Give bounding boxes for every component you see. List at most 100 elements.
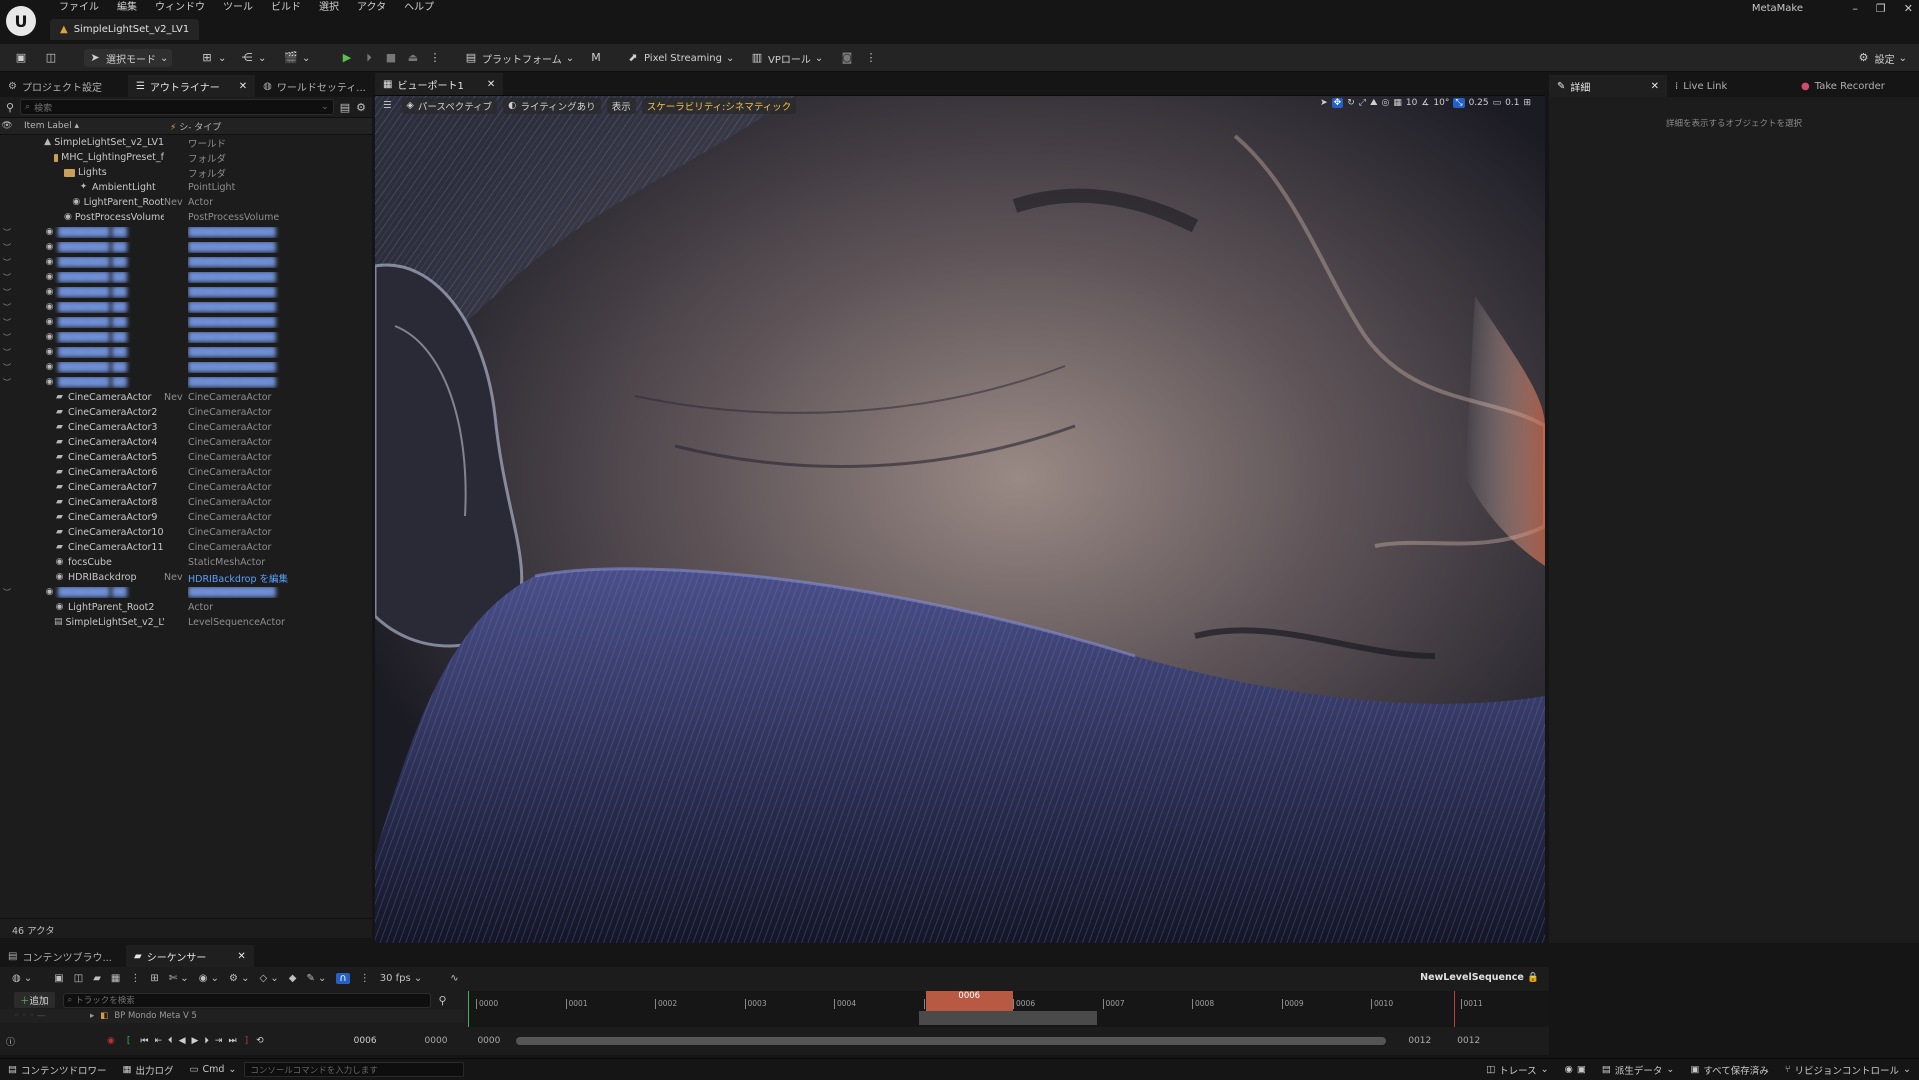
set-start-icon[interactable]: [	[127, 1036, 131, 1046]
save-all-button[interactable]: ▣ すべて保存済み	[1682, 1063, 1776, 1077]
outliner-row-hidden[interactable]: ︶ ◉ ███████ ██ ████████████	[0, 300, 372, 315]
record-icon[interactable]: ◉	[107, 1036, 115, 1046]
tab-world-settings[interactable]: ◍ ワールドセッティ...	[255, 75, 374, 97]
outliner-row[interactable]: ▰ CineCameraActor11 CineCameraActor	[0, 540, 372, 555]
camera-speed-value[interactable]: 0.1	[1505, 98, 1519, 108]
outliner-row[interactable]: ▰ CineCameraActor7 CineCameraActor	[0, 480, 372, 495]
outliner-row[interactable]: ◉ focsCube StaticMeshActor	[0, 555, 372, 570]
visibility-icon[interactable]: ︶	[0, 272, 14, 283]
save-icon[interactable]: ▣	[54, 973, 63, 984]
outliner-row[interactable]: ✦ AmbientLight PointLight	[0, 180, 372, 195]
outliner-row[interactable]: ▤ SimpleLightSet_v2_LV LevelSequenceActor	[0, 615, 372, 630]
eye-icon[interactable]: 👁	[0, 121, 14, 131]
key-icon[interactable]: ◆	[289, 973, 297, 984]
metahuman-button[interactable]: M	[585, 49, 607, 67]
content-drawer-button[interactable]: ▤ コンテンツドロワー	[0, 1063, 115, 1077]
visibility-icon[interactable]: ︶	[0, 302, 14, 313]
visibility-icon[interactable]: ︶	[0, 257, 14, 268]
project-tab[interactable]: ▲ SimpleLightSet_v2_LV1	[50, 19, 200, 40]
surface-snap-icon[interactable]: ⛰	[1370, 98, 1378, 108]
keyframe-icon[interactable]: ◇ ⌄	[260, 973, 279, 984]
info-icon[interactable]: ⓘ	[6, 1035, 15, 1048]
outliner-row[interactable]: ▰ CineCameraActor9 CineCameraActor	[0, 510, 372, 525]
visibility-icon[interactable]: ︶	[0, 227, 14, 238]
tab-take-recorder[interactable]: ● Take Recorder	[1793, 75, 1893, 97]
console-input[interactable]: コンソールコマンドを入力します	[244, 1062, 465, 1077]
menu-file[interactable]: ファイル	[50, 0, 108, 16]
visibility-icon[interactable]: ︶	[0, 287, 14, 298]
play-options-button[interactable]: ⋮	[424, 49, 446, 67]
visibility-icon[interactable]: ︶	[0, 362, 14, 373]
browse-button[interactable]: ◫	[40, 49, 62, 67]
play-button[interactable]: ▶	[336, 49, 358, 67]
tab-details[interactable]: ✎ 詳細 ✕	[1549, 75, 1667, 97]
outliner-row[interactable]: ◉ HDRIBackdrop Nev HDRIBackdrop を編集	[0, 570, 372, 585]
show-button[interactable]: 表示	[606, 97, 636, 114]
outliner-row[interactable]: ▰ CineCameraActor3 CineCameraActor	[0, 420, 372, 435]
minimize-icon[interactable]: –	[1852, 2, 1858, 15]
advance-frame-button[interactable]: ⏵	[358, 49, 380, 67]
outliner-row[interactable]: ▰ CineCameraActor4 CineCameraActor	[0, 435, 372, 450]
outliner-row-hidden[interactable]: ︶ ◉ ███████ ██ ████████████	[0, 270, 372, 285]
outliner-row-hidden[interactable]: ︶ ◉ ███████ ██ ████████████	[0, 360, 372, 375]
track-search-input[interactable]: ⌕ トラックを検索	[62, 992, 431, 1008]
perspective-button[interactable]: ◈ パースペクティブ	[401, 97, 498, 114]
hamburger-icon[interactable]: ☰	[379, 100, 396, 111]
tab-live-link[interactable]: ⁞ Live Link	[1667, 75, 1793, 97]
restore-icon[interactable]: ❐	[1876, 2, 1886, 15]
scale-snap-value[interactable]: 0.25	[1469, 98, 1489, 108]
menu-build[interactable]: ビルド	[262, 0, 310, 16]
view-icon[interactable]: ◉ ⌄	[199, 973, 219, 984]
lighting-button[interactable]: ◐ ライティングあり	[503, 97, 601, 114]
scalability-button[interactable]: スケーラビリティ:シネマティック	[641, 97, 797, 114]
add-content-button[interactable]: ⊞ ⌄	[196, 49, 230, 67]
platforms-button[interactable]: ▤ プラットフォーム ⌄	[460, 49, 578, 67]
pencil-icon[interactable]: ✎ ⌄	[306, 973, 326, 984]
rotate-icon[interactable]: ↻	[1347, 98, 1355, 108]
outliner-row[interactable]: ◉ LightParent_Root2 Actor	[0, 600, 372, 615]
add-track-button[interactable]: ＋追加	[14, 992, 55, 1008]
view-range-start[interactable]: 0000	[425, 1036, 448, 1046]
camera-icon[interactable]: ▰	[93, 973, 101, 984]
jump-end-icon[interactable]: ⏭	[228, 1036, 236, 1046]
prev-key-icon[interactable]: ⇤	[155, 1036, 163, 1046]
viewport-render[interactable]	[375, 96, 1545, 943]
unreal-logo-icon[interactable]: U	[6, 6, 36, 36]
move-icon[interactable]: ✥	[1331, 98, 1344, 108]
curve-icon[interactable]: ∿	[450, 973, 458, 984]
visibility-icon[interactable]: ︶	[0, 347, 14, 358]
outliner-row-hidden[interactable]: ︶ ◉ ███████ ██ ████████████	[0, 375, 372, 390]
blueprint-button[interactable]: ⋲ ⌄	[236, 49, 270, 67]
outliner-row[interactable]: ▰ CineCameraActor10 CineCameraActor	[0, 525, 372, 540]
revision-control-button[interactable]: ⑂ リビジョンコントロール ⌄	[1777, 1063, 1919, 1077]
outliner-row[interactable]: ▰ CineCameraActor8 CineCameraActor	[0, 495, 372, 510]
outliner-row-hidden[interactable]: ︶ ◉ ███████ ██ ████████████	[0, 330, 372, 345]
snap-icon[interactable]: ∩	[336, 972, 350, 984]
close-icon[interactable]: ✕	[487, 79, 495, 90]
set-end-icon[interactable]: ]	[245, 1036, 249, 1046]
loop-icon[interactable]: ⟲	[256, 1036, 264, 1046]
view-range-end[interactable]: 0012	[1457, 1036, 1480, 1046]
menu-window[interactable]: ウィンドウ	[146, 0, 214, 16]
outliner-row[interactable]: ▲ SimpleLightSet_v2_LV1 ワールド	[0, 135, 372, 150]
scale-icon[interactable]: ⤢	[1359, 98, 1366, 108]
filter-icon[interactable]: ⚲	[439, 994, 447, 1007]
tab-content-browser[interactable]: ▤ コンテンツブラウ...	[0, 945, 120, 967]
outliner-row[interactable]: MHC_LightingPreset_f フォルダ	[0, 150, 372, 165]
play-range-end[interactable]: 0012	[1408, 1036, 1431, 1046]
visibility-icon[interactable]: ︶	[0, 587, 14, 598]
visibility-icon[interactable]: ︶	[0, 332, 14, 343]
render-icon[interactable]: ▦	[111, 973, 120, 984]
fps-dropdown[interactable]: 30 fps ⌄	[380, 973, 423, 984]
outliner-search-input[interactable]: ⌕ 検索 ⌄	[20, 99, 334, 115]
menu-actor[interactable]: アクタ	[348, 0, 395, 16]
next-frame-icon[interactable]: ⏵	[204, 1036, 209, 1046]
outliner-row-hidden[interactable]: ︶ ◉ ███████ ██ ████████████	[0, 585, 372, 600]
close-icon[interactable]: ✕	[1904, 2, 1913, 15]
curve-editor-icon[interactable]: ⊞	[150, 973, 158, 984]
visibility-icon[interactable]: ︶	[0, 377, 14, 388]
outliner-row[interactable]: ◉ PostProcessVolume PostProcessVolume	[0, 210, 372, 225]
layout-icon[interactable]: ⊞	[1523, 98, 1531, 108]
visibility-icon[interactable]: ︶	[0, 242, 14, 253]
tab-viewport1[interactable]: ▦ ビューポート1 ✕	[375, 73, 504, 95]
